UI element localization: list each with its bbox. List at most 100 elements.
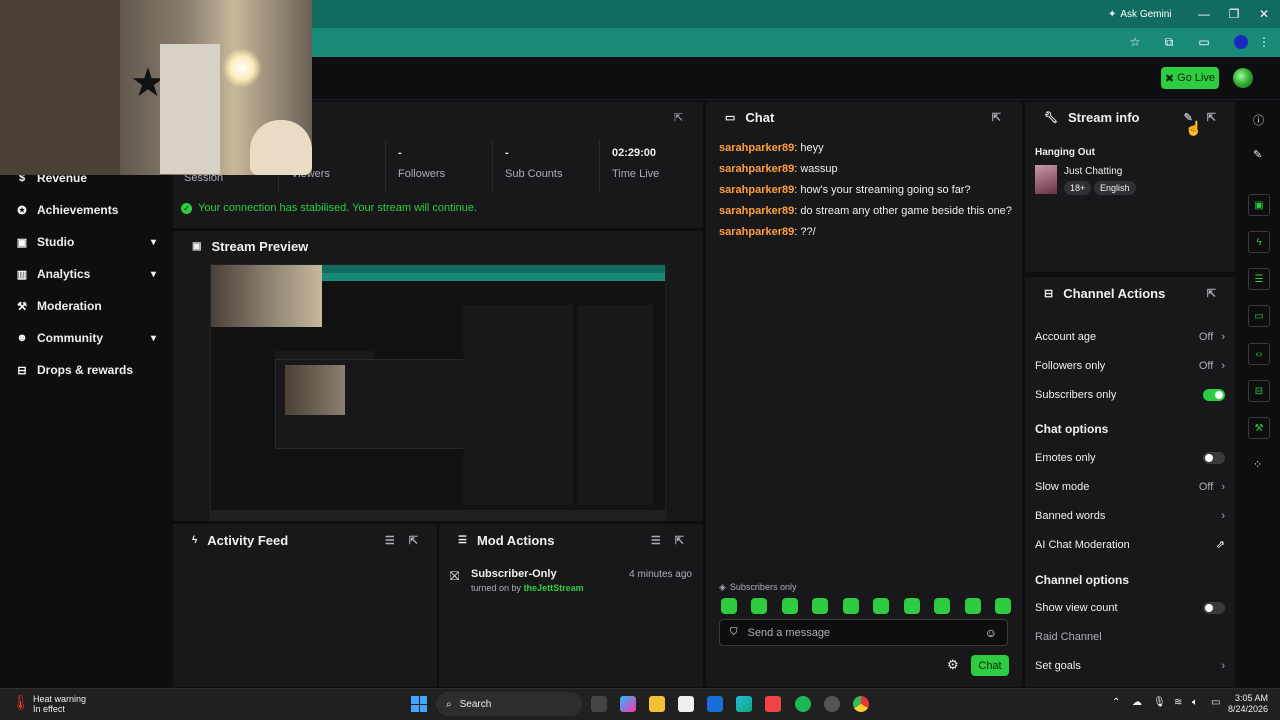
tag-badge[interactable]: 18+ <box>1064 181 1092 195</box>
taskbar-search[interactable]: ⌕ Search <box>436 692 582 716</box>
emote-3[interactable] <box>781 598 798 614</box>
info-icon[interactable]: ⓘ <box>1253 112 1264 128</box>
account-age-row[interactable]: Account age Off › <box>1035 322 1225 351</box>
filter-icon[interactable]: ☰ <box>651 534 661 547</box>
check-circle-icon: ✓ <box>181 202 192 214</box>
chat-message: sarahparker89: wassup <box>719 163 838 175</box>
ai-chat-moderation-row[interactable]: AI Chat Moderation ⇗ <box>1035 530 1225 559</box>
quick-action-3-icon[interactable]: ☰ <box>1248 268 1270 290</box>
studio-icon: ▣ <box>16 236 28 249</box>
sidebar-item-studio[interactable]: ▣ Studio ▾ <box>0 226 172 258</box>
clock[interactable]: 3:05 AM 8/24/2026 <box>1226 693 1268 715</box>
filter-icon[interactable]: ☰ <box>385 534 395 547</box>
microphone-icon[interactable]: 🎙︎ <box>1153 697 1166 708</box>
profile-avatar[interactable] <box>1234 35 1248 49</box>
windows-start-icon[interactable] <box>411 696 427 712</box>
emote-10[interactable] <box>994 598 1011 614</box>
quick-action-5-icon[interactable]: ‹› <box>1248 343 1270 365</box>
chat-bubble-icon: ▭ <box>725 111 736 124</box>
chrome-icon[interactable] <box>853 696 869 712</box>
copilot-icon[interactable] <box>620 696 636 712</box>
emote-9[interactable] <box>964 598 981 614</box>
spotify-icon[interactable] <box>795 696 811 712</box>
preview-chat <box>463 305 573 505</box>
connection-notice: ✓ Your connection has stabilised. Your s… <box>181 202 477 214</box>
emote-4[interactable] <box>812 598 829 614</box>
battery-icon[interactable]: ▭ <box>1211 697 1220 708</box>
sidebar-item-analytics[interactable]: ▥ Analytics ▾ <box>0 258 172 290</box>
edit-icon[interactable]: ✎ <box>1253 148 1262 161</box>
emote-5[interactable] <box>842 598 859 614</box>
subscribers-only-toggle[interactable] <box>1203 388 1225 401</box>
chat-message: sarahparker89: heyy <box>719 142 824 154</box>
quick-action-4-icon[interactable]: ▭ <box>1248 305 1270 327</box>
followers-only-row[interactable]: Followers only Off › <box>1035 351 1225 380</box>
go-live-button[interactable]: ✖ Go Live <box>1161 67 1219 89</box>
chat-header: ▭ Chat ⇱ <box>725 109 1001 125</box>
popout-icon[interactable]: ⇱ <box>674 111 683 124</box>
close-window-button[interactable]: ✕ <box>1256 6 1272 22</box>
quick-action-2-icon[interactable]: ϟ <box>1248 231 1270 253</box>
minimize-button[interactable]: — <box>1196 6 1212 22</box>
emotes-only-toggle[interactable] <box>1203 451 1225 464</box>
emote-7[interactable] <box>903 598 920 614</box>
banned-words-row[interactable]: Banned words › <box>1035 501 1225 530</box>
popout-icon[interactable]: ⇱ <box>1207 287 1216 300</box>
popout-icon[interactable]: ⇱ <box>1207 111 1216 124</box>
thermometer-icon: 🌡︎ <box>12 694 30 710</box>
emote-1[interactable] <box>721 598 737 614</box>
preview-chrome <box>322 265 665 273</box>
bookmark-star-icon[interactable]: ☆ <box>1127 34 1143 50</box>
edge-icon[interactable] <box>736 696 752 712</box>
stream-preview-video[interactable] <box>210 264 666 521</box>
emote-8[interactable] <box>934 598 951 614</box>
volume-icon[interactable]: 🔈︎ <box>1192 697 1198 708</box>
set-goals-row[interactable]: Set goals › <box>1035 651 1225 680</box>
extensions-icon[interactable]: ⧉ <box>1161 34 1177 50</box>
show-view-count-toggle[interactable] <box>1203 601 1225 614</box>
chat-messages: sarahparker89: heyy sarahparker89: wassu… <box>719 138 1015 243</box>
popout-icon[interactable]: ⇱ <box>992 111 1001 124</box>
snipping-tool-icon[interactable] <box>765 696 781 712</box>
sidebar-item-moderation[interactable]: ⚒ Moderation <box>0 290 172 322</box>
heat-warning-widget[interactable]: Heat warning In effect <box>33 694 86 714</box>
outlook-icon[interactable] <box>707 696 723 712</box>
more-icon[interactable]: ⁘ <box>1253 458 1262 471</box>
file-explorer-icon[interactable] <box>649 696 665 712</box>
restore-button[interactable]: ❐ <box>1226 6 1242 22</box>
slow-mode-row[interactable]: Slow mode Off › <box>1035 472 1225 501</box>
tag-badge[interactable]: English <box>1094 181 1136 195</box>
browser-menu-icon[interactable]: ⋮ <box>1258 34 1270 50</box>
popout-icon[interactable]: ⇱ <box>675 534 684 547</box>
sidebar-item-achievements[interactable]: ✪ Achievements <box>0 194 172 226</box>
popout-icon[interactable]: ⇱ <box>409 534 418 547</box>
task-view-icon[interactable] <box>591 696 607 712</box>
ask-gemini-button[interactable]: ✦ Ask Gemini <box>1108 6 1172 22</box>
quick-action-7-icon[interactable]: ⚒ <box>1248 417 1270 439</box>
chat-settings-gear-icon[interactable]: ⚙ <box>947 657 959 673</box>
diamond-icon: ◈ <box>719 582 726 592</box>
wifi-icon[interactable]: ≋ <box>1174 697 1182 708</box>
user-avatar[interactable] <box>1233 68 1253 88</box>
store-icon[interactable] <box>678 696 694 712</box>
emote-6[interactable] <box>873 598 890 614</box>
stream-category[interactable]: Just Chatting <box>1064 166 1122 177</box>
sidebar-item-drops[interactable]: ⊟ Drops & rewards <box>0 354 172 386</box>
settings-app-icon[interactable] <box>824 696 840 712</box>
chat-input[interactable]: ⛉ Send a message ☺ <box>719 619 1008 646</box>
chat-options-heading: Chat options <box>1035 422 1109 436</box>
onedrive-icon[interactable]: ☁ <box>1132 697 1142 708</box>
tray-overflow-icon[interactable]: ⌃ <box>1112 697 1120 708</box>
chat-send-button[interactable]: Chat <box>971 655 1009 676</box>
quick-action-1-icon[interactable]: ▣ <box>1248 194 1270 216</box>
sidebar-item-community[interactable]: ☻ Community ▾ <box>0 322 172 354</box>
quick-action-6-icon[interactable]: ⊟ <box>1248 380 1270 402</box>
sparkle-icon: ✦ <box>1108 8 1117 20</box>
list-icon: ☰ <box>458 534 467 546</box>
reading-mode-icon[interactable]: ▭ <box>1196 34 1212 50</box>
subscribers-only-row: Subscribers only <box>1035 380 1225 409</box>
raid-channel-row[interactable]: Raid Channel <box>1035 622 1225 651</box>
preview-taskbar <box>211 510 665 520</box>
emote-2[interactable] <box>751 598 768 614</box>
emoji-icon[interactable]: ☺ <box>985 626 997 640</box>
